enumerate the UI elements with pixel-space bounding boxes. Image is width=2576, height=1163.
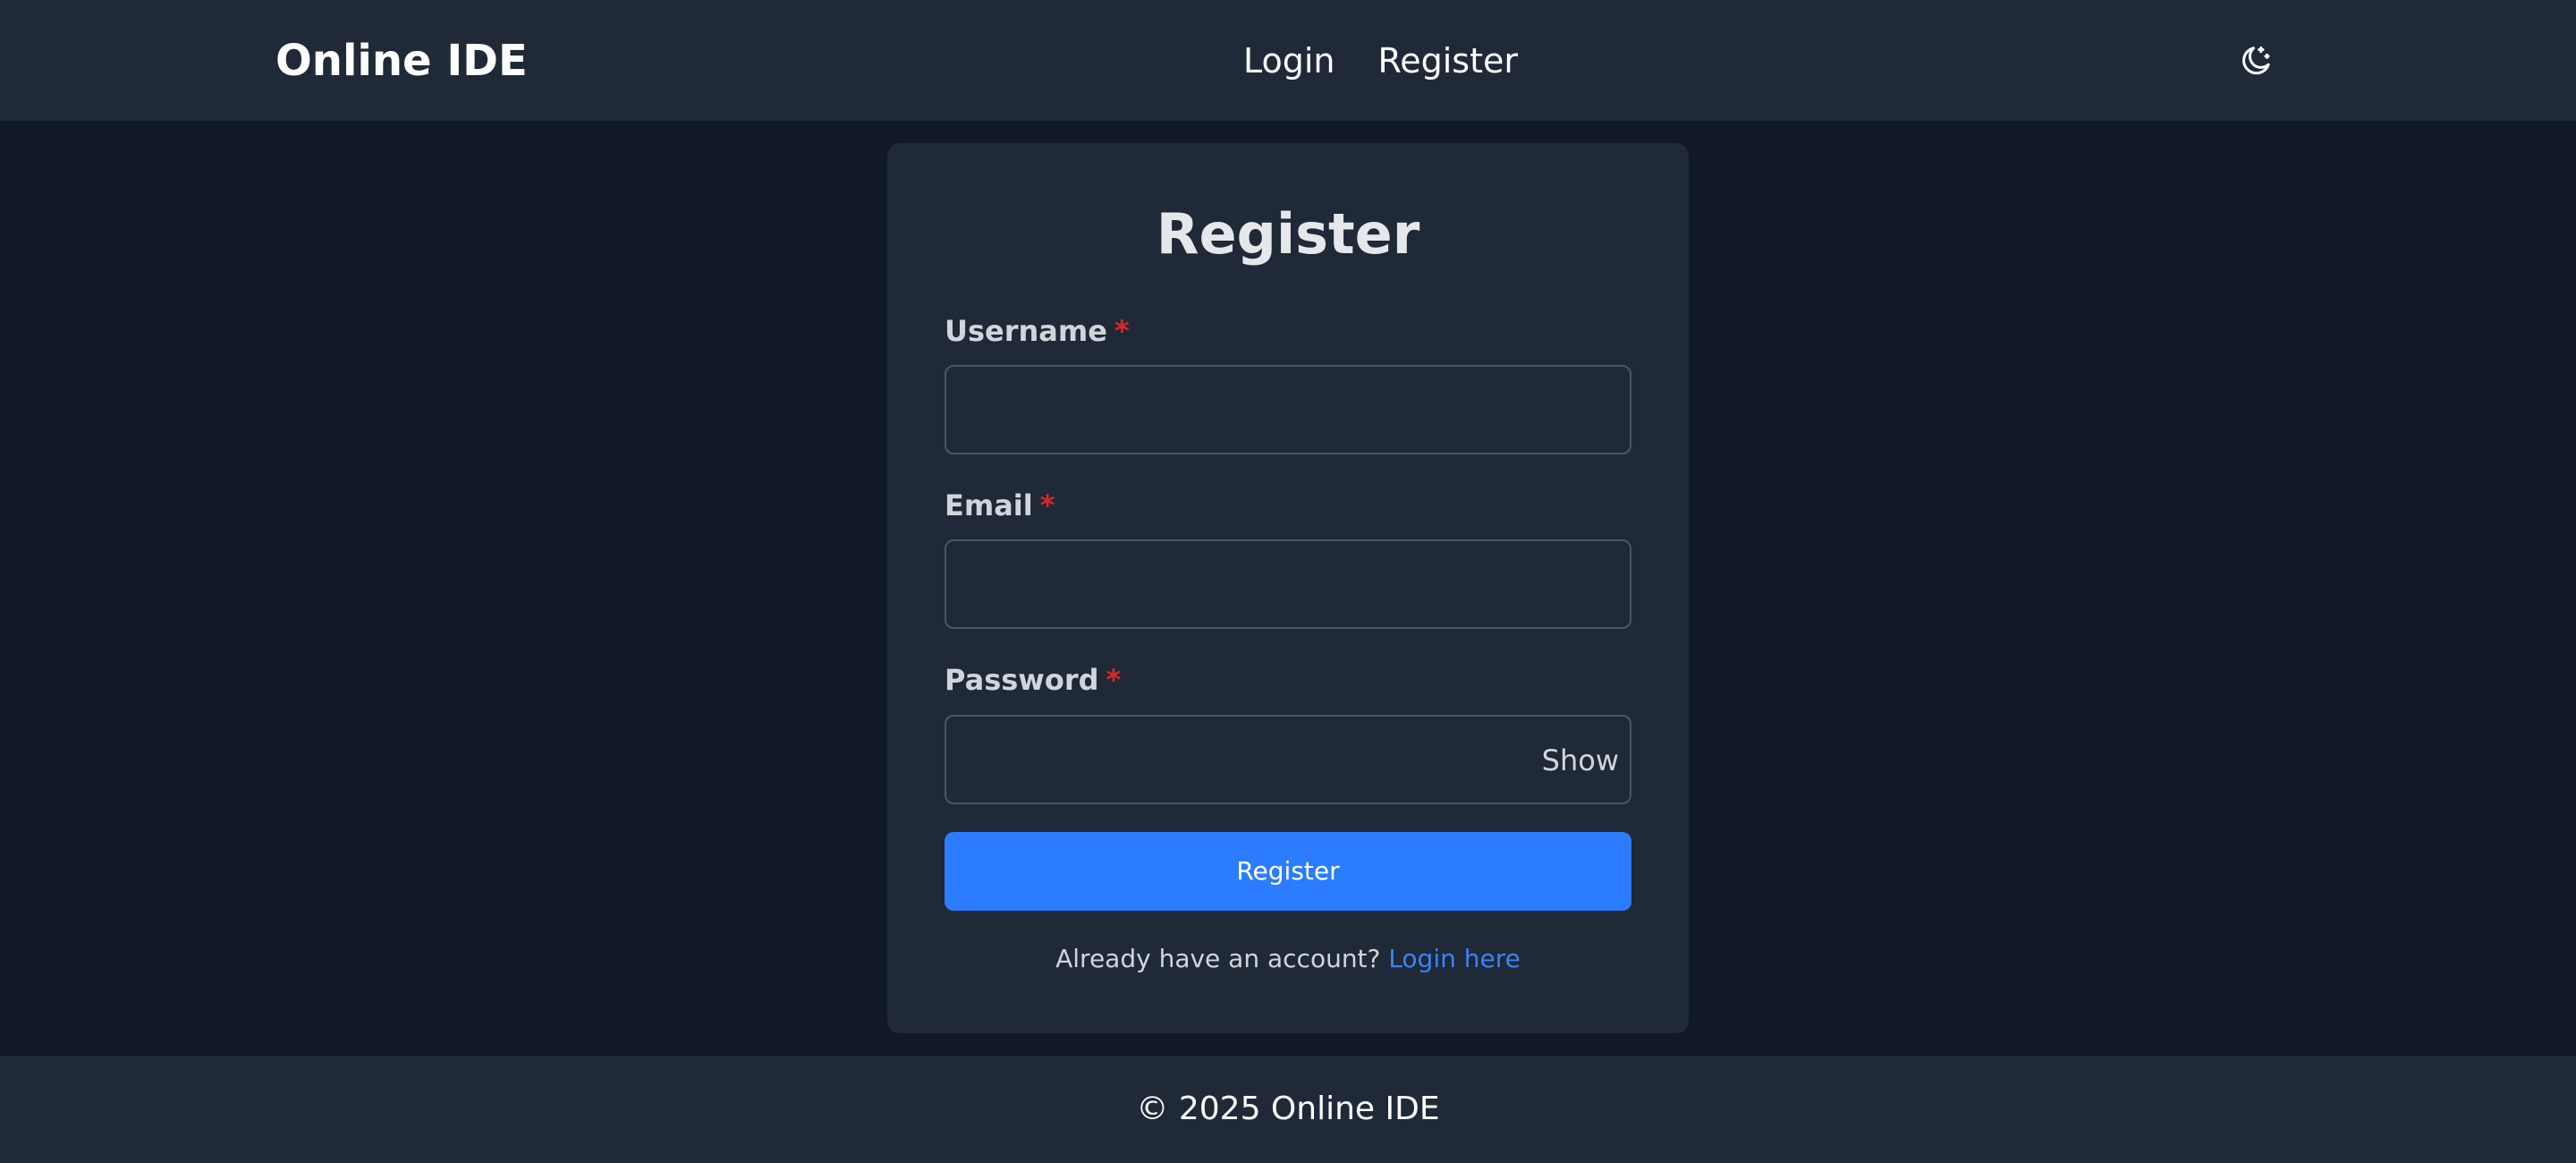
brand-logo-text[interactable]: Online IDE [275,32,528,89]
required-marker: * [1114,314,1130,348]
email-label: Email * [945,488,1055,522]
login-prompt-text: Already have an account? [1055,944,1381,973]
username-input[interactable] [945,365,1631,454]
main-nav: Login Register [1243,32,1518,89]
username-label: Username * [945,314,1130,348]
nav-login-link[interactable]: Login [1243,32,1335,89]
login-prompt: Already have an account? Login here [0,941,2576,977]
form-title: Register [1156,201,1420,267]
required-marker: * [1106,663,1122,697]
theme-toggle-button[interactable] [2233,38,2279,84]
password-label: Password * [945,663,1122,697]
nav-register-link[interactable]: Register [1378,32,1518,89]
register-submit-button[interactable]: Register [945,832,1631,911]
copyright-text: © 2025 Online IDE [1136,1091,1440,1127]
login-here-link[interactable]: Login here [1388,944,1521,973]
top-navbar: Online IDE Login Register [0,0,2576,121]
required-marker: * [1039,488,1055,522]
show-password-toggle[interactable]: Show [1521,739,1619,782]
page-footer: © 2025 Online IDE [0,1056,2576,1163]
moon-stars-icon [2242,46,2270,75]
email-input[interactable] [945,539,1631,629]
